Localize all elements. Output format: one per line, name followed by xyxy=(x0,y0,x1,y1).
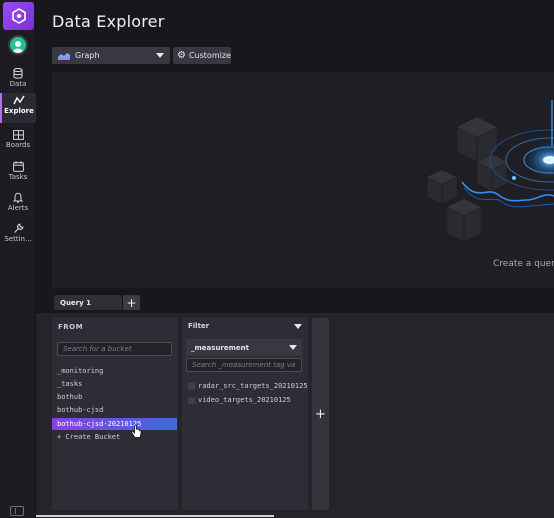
sidebar-item-data[interactable]: Data xyxy=(0,66,36,96)
sidebar-item-label: Settin... xyxy=(4,235,32,243)
tag-value-item[interactable]: radar_src_targets_20210125 xyxy=(188,381,308,391)
graph-type-icon xyxy=(58,52,70,60)
bucket-item[interactable]: bothub xyxy=(52,391,177,403)
customize-label: Customize xyxy=(188,51,231,60)
checkbox[interactable] xyxy=(188,396,195,404)
graph-type-label: Graph xyxy=(75,51,100,60)
query-tab-bar: Query 1 + xyxy=(52,292,554,312)
sidebar-item-label: Boards xyxy=(5,141,31,149)
mouse-pointer-icon xyxy=(131,425,142,438)
bell-icon xyxy=(13,192,23,203)
tab-query-1[interactable]: Query 1 xyxy=(54,295,122,310)
collapse-sidebar-icon[interactable] xyxy=(10,506,24,516)
user-avatar[interactable] xyxy=(8,35,28,55)
explore-graph-icon xyxy=(13,95,25,105)
graph-area: Create a query xyxy=(52,72,554,288)
bucket-item-selected[interactable]: bothub-cjsd-20210125 xyxy=(52,418,177,430)
sidebar-item-label: Data xyxy=(9,80,27,88)
sidebar-item-tasks[interactable]: Tasks xyxy=(0,159,36,189)
sidebar-item-label: Explore xyxy=(4,107,34,115)
sidebar-item-boards[interactable]: Boards xyxy=(0,128,36,158)
sidebar-item-settings[interactable]: Settin... xyxy=(0,221,36,251)
influxdb-logo[interactable] xyxy=(3,2,34,30)
chevron-down-icon xyxy=(156,53,164,58)
bucket-search-input[interactable]: Search for a bucket xyxy=(57,342,172,356)
create-bucket-link[interactable]: + Create Bucket xyxy=(52,431,177,443)
bottom-scrollbar[interactable] xyxy=(36,515,274,517)
tag-value-search-input[interactable]: Search _measurement tag va xyxy=(186,358,302,372)
empty-graph-illustration xyxy=(425,100,554,243)
filter-function-dropdown[interactable]: Filter xyxy=(182,318,308,334)
bucket-item[interactable]: _monitoring xyxy=(52,365,177,377)
sidebar-item-label: Alerts xyxy=(7,204,29,212)
page-title: Data Explorer xyxy=(52,12,165,31)
dashboards-icon xyxy=(12,130,24,140)
filter-title: Filter xyxy=(188,322,210,330)
calendar-icon xyxy=(12,161,24,172)
sidebar-item-label: Tasks xyxy=(8,173,28,181)
chevron-down-icon xyxy=(294,323,302,329)
user-icon xyxy=(13,41,23,53)
chevron-down-icon xyxy=(289,345,297,350)
gear-icon: ⚙ xyxy=(177,49,186,61)
graph-type-dropdown[interactable]: Graph xyxy=(52,47,170,64)
bucket-item[interactable]: bothub-cjsd xyxy=(52,404,177,416)
tag-value-label: video_targets_20210125 xyxy=(198,396,291,404)
customize-button[interactable]: ⚙ Customize xyxy=(173,47,231,64)
from-title: FROM xyxy=(58,323,84,331)
add-filter-button[interactable]: + xyxy=(312,318,329,510)
database-icon xyxy=(13,68,23,79)
empty-graph-message: Create a query xyxy=(493,259,554,269)
sidebar-nav: Data Explore Boards Tasks Alerts Settin.… xyxy=(0,0,36,518)
tag-value-label: radar_src_targets_20210125 xyxy=(198,382,308,390)
sidebar-item-alerts[interactable]: Alerts xyxy=(0,190,36,220)
tag-key-label: _measurement xyxy=(191,343,249,352)
tag-value-item[interactable]: video_targets_20210125 xyxy=(188,395,291,405)
wrench-icon xyxy=(13,223,24,233)
sidebar-item-explore[interactable]: Explore xyxy=(0,93,36,123)
tag-key-dropdown[interactable]: _measurement xyxy=(186,339,302,356)
add-query-button[interactable]: + xyxy=(123,295,140,310)
influx-cube-icon xyxy=(11,8,26,24)
bucket-item[interactable]: _tasks xyxy=(52,378,177,390)
checkbox[interactable] xyxy=(188,382,195,390)
